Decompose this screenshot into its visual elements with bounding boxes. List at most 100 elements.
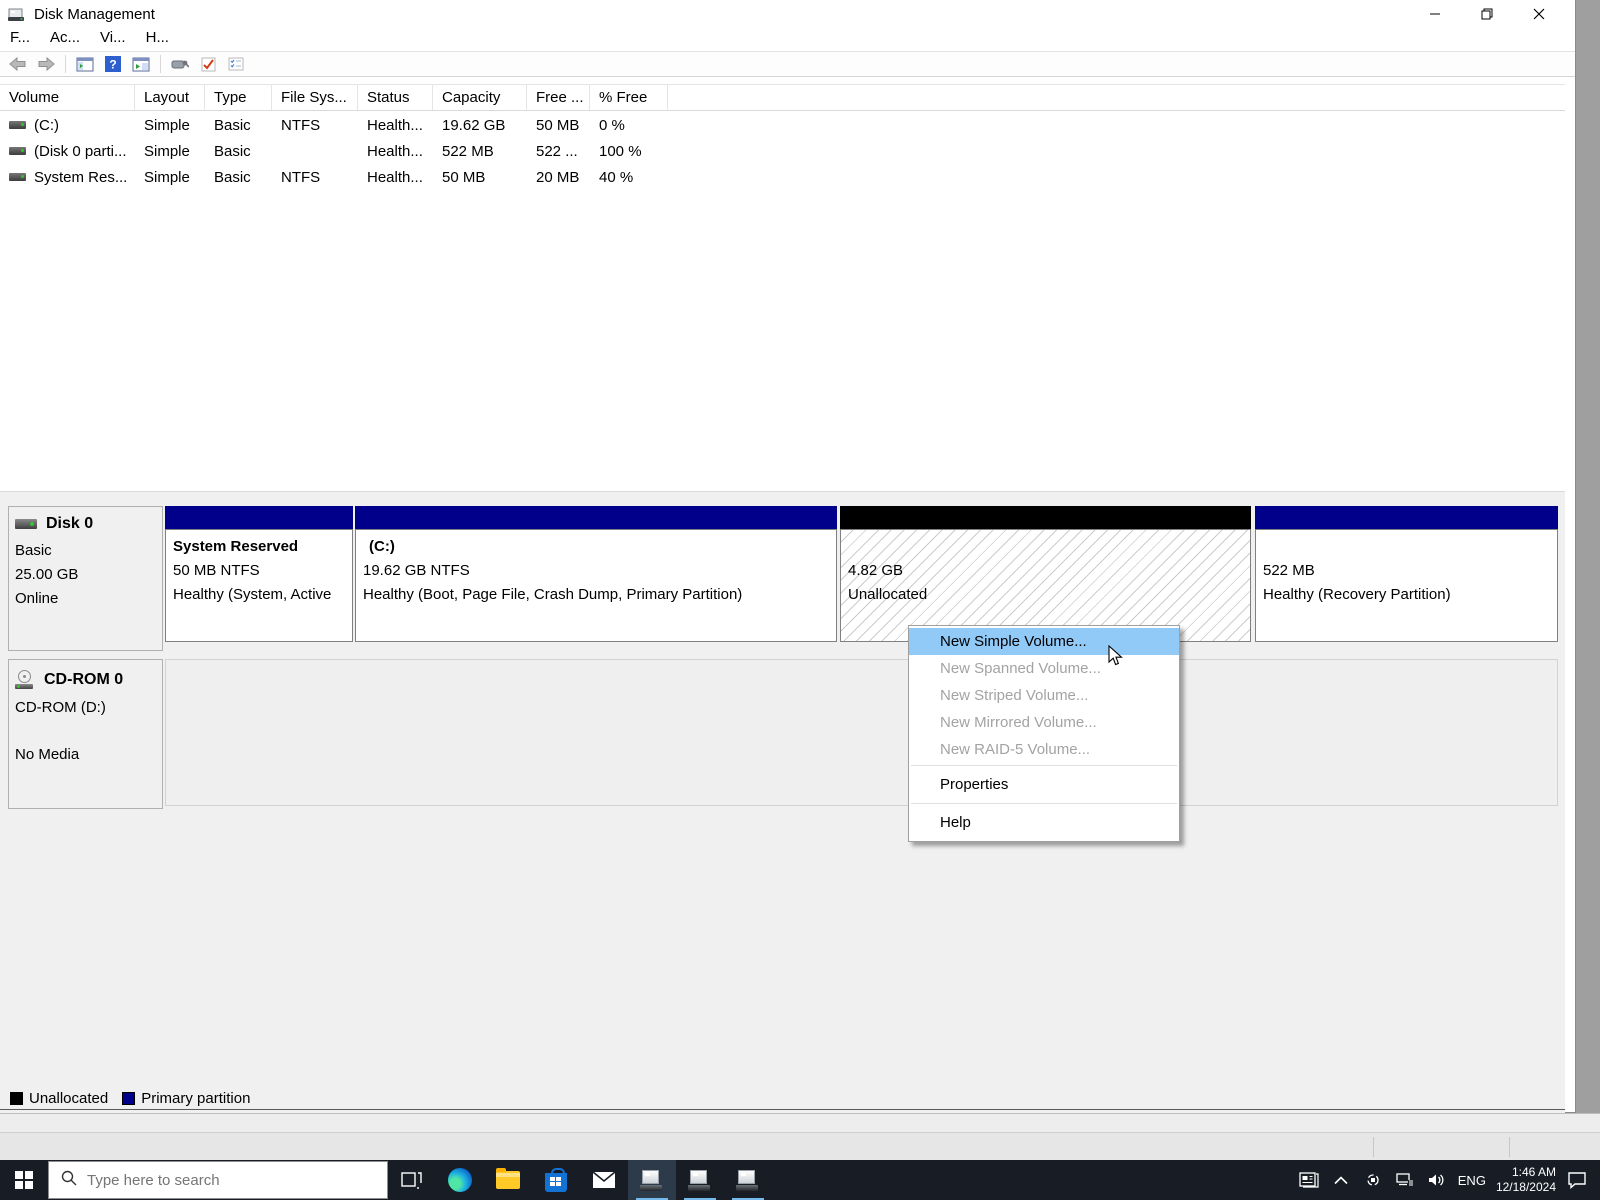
action-center-icon[interactable] [1566, 1171, 1588, 1189]
menu-separator [911, 803, 1177, 804]
restore-button[interactable] [1461, 0, 1513, 28]
close-button[interactable] [1513, 0, 1565, 28]
file-explorer-button[interactable] [484, 1160, 532, 1200]
menu-view[interactable]: Vi... [90, 29, 136, 51]
toolbar-separator [65, 55, 66, 73]
start-button[interactable] [0, 1160, 48, 1200]
column-pct-free[interactable]: % Free [590, 85, 668, 110]
disk0-name: Disk 0 [46, 515, 94, 532]
status-circle-icon[interactable] [1362, 1172, 1384, 1188]
context-menu: New Simple Volume... New Spanned Volume.… [908, 625, 1180, 842]
forward-icon[interactable] [34, 54, 58, 75]
window-bottom-edge [0, 1109, 1565, 1110]
store-button[interactable] [532, 1160, 580, 1200]
volume-icon [9, 147, 26, 155]
partition-c[interactable]: (C:) 19.62 GB NTFS Healthy (Boot, Page F… [355, 506, 837, 642]
device-icon[interactable] [168, 54, 192, 75]
background-statusbar [0, 1132, 1600, 1161]
chevron-up-icon[interactable] [1330, 1175, 1352, 1185]
menu-help[interactable]: H... [136, 29, 179, 51]
network-icon[interactable] [1394, 1173, 1416, 1187]
partition-bar [165, 506, 353, 529]
partition-status: Healthy (Boot, Page File, Crash Dump, Pr… [363, 586, 743, 603]
search-icon [61, 1170, 77, 1190]
titlebar: Disk Management [0, 0, 1575, 28]
cdrom-label[interactable]: CD-ROM 0 CD-ROM (D:) No Media [8, 659, 163, 809]
table-row[interactable]: System Res... Simple Basic NTFS Health..… [0, 164, 1565, 190]
partition-recovery[interactable]: 522 MB Healthy (Recovery Partition) [1255, 506, 1558, 642]
partition-unallocated[interactable]: 4.82 GB Unallocated [840, 506, 1251, 642]
window-taskbar-button[interactable] [724, 1160, 772, 1200]
disk-management-taskbar-button[interactable] [628, 1160, 676, 1200]
cdrom-icon [15, 670, 35, 690]
column-free[interactable]: Free ... [527, 85, 590, 110]
cdrom-region[interactable] [165, 659, 1558, 806]
checklist-icon[interactable] [224, 54, 248, 75]
search-input[interactable] [87, 1171, 327, 1189]
edge-button[interactable] [436, 1160, 484, 1200]
disk0-label[interactable]: Disk 0 Basic 25.00 GB Online [8, 506, 163, 651]
widgets-icon[interactable] [1298, 1172, 1320, 1188]
window-title: Disk Management [34, 5, 155, 23]
check-icon[interactable] [196, 54, 220, 75]
action-pane-icon[interactable] [129, 54, 153, 75]
legend-primary-swatch [122, 1092, 136, 1105]
column-type[interactable]: Type [205, 85, 272, 110]
partition-detail: 50 MB NTFS [173, 562, 260, 579]
disk-icon [15, 519, 37, 529]
help-icon[interactable]: ? [101, 54, 125, 75]
speaker-icon[interactable] [1426, 1173, 1448, 1187]
cell-layout: Simple [144, 142, 190, 160]
back-icon[interactable] [6, 54, 30, 75]
taskbar-search[interactable] [48, 1161, 388, 1199]
menu-item-new-simple-volume[interactable]: New Simple Volume... [909, 628, 1179, 655]
clock-date: 12/18/2024 [1495, 1180, 1556, 1194]
window-taskbar-button[interactable] [676, 1160, 724, 1200]
mail-button[interactable] [580, 1160, 628, 1200]
cell-type: Basic [214, 142, 251, 160]
console-tree-icon[interactable] [73, 54, 97, 75]
cdrom-name: CD-ROM 0 [44, 671, 124, 688]
disk-management-app-icon [8, 7, 26, 21]
minimize-button[interactable] [1409, 0, 1461, 28]
clock-time: 1:46 AM [1511, 1165, 1556, 1179]
language-indicator[interactable]: ENG [1458, 1173, 1486, 1188]
disk-management-taskbar-icon [640, 1169, 664, 1191]
partition-detail: 19.62 GB NTFS [363, 562, 470, 579]
column-capacity[interactable]: Capacity [433, 85, 527, 110]
menu-item-properties[interactable]: Properties [909, 768, 1179, 801]
table-row[interactable]: (Disk 0 parti... Simple Basic Health... … [0, 138, 1565, 164]
legend: Unallocated Primary partition [10, 1090, 250, 1107]
legend-primary-label: Primary partition [141, 1090, 251, 1107]
menu-item-help[interactable]: Help [909, 806, 1179, 839]
cell-pct-free: 100 % [599, 142, 642, 160]
menu-action[interactable]: Ac... [40, 29, 90, 51]
file-explorer-icon [496, 1168, 520, 1189]
disk0-status: Online [15, 590, 59, 607]
system-tray: ENG 1:46 AM 12/18/2024 [1298, 1160, 1600, 1200]
volume-list: Volume Layout Type File Sys... Status Ca… [0, 78, 1565, 491]
partition-system-reserved[interactable]: System Reserved 50 MB NTFS Healthy (Syst… [165, 506, 353, 642]
column-layout[interactable]: Layout [135, 85, 205, 110]
menu-separator [911, 765, 1177, 766]
cell-pct-free: 40 % [599, 168, 634, 186]
column-filesystem[interactable]: File Sys... [272, 85, 358, 110]
toolbar-separator [160, 55, 161, 73]
column-status[interactable]: Status [358, 85, 433, 110]
partition-size: 522 MB [1263, 562, 1315, 579]
partition-name: System Reserved [173, 538, 299, 555]
menubar: F... Ac... Vi... H... [0, 28, 1575, 52]
menu-file[interactable]: F... [0, 29, 40, 51]
task-view-button[interactable] [388, 1160, 436, 1200]
clock[interactable]: 1:46 AM 12/18/2024 [1496, 1165, 1556, 1195]
column-volume[interactable]: Volume [0, 85, 135, 110]
volume-icon [9, 173, 26, 181]
column-filler [668, 85, 1565, 110]
cell-type: Basic [214, 116, 251, 134]
cell-free: 50 MB [536, 116, 580, 134]
statusbar-separator [1373, 1137, 1374, 1157]
table-row[interactable]: (C:) Simple Basic NTFS Health... 19.62 G… [0, 112, 1565, 138]
cell-layout: Simple [144, 168, 190, 186]
partition-status: Healthy (System, Active [173, 586, 332, 603]
cell-filesystem: NTFS [281, 116, 321, 134]
